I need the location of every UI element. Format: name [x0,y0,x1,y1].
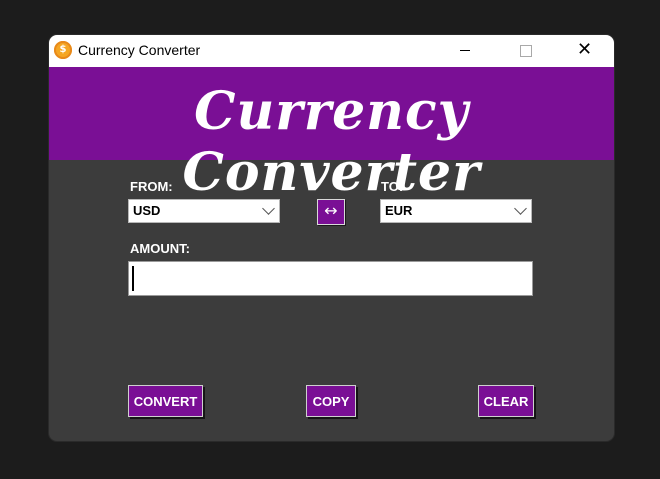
convert-button[interactable]: CONVERT [128,385,203,417]
clear-button[interactable]: CLEAR [478,385,534,417]
chevron-down-icon [262,202,275,215]
app-window: $ Currency Converter ✕ Currency Converte… [49,35,614,441]
header-banner: Currency Converter [49,67,614,203]
title-bar: $ Currency Converter ✕ [49,35,614,67]
minimize-icon [460,50,470,51]
amount-label: AMOUNT: [130,241,190,256]
from-label: FROM: [130,179,173,194]
minimize-button[interactable] [441,35,487,67]
close-button[interactable]: ✕ [561,35,607,67]
coin-icon: $ [54,41,72,59]
to-label: TO: [381,179,404,194]
text-caret [132,266,134,291]
swap-arrows-icon: ↔ [324,201,338,220]
window-title: Currency Converter [78,42,201,58]
maximize-button[interactable] [502,35,548,67]
to-currency-select[interactable]: EUR [380,199,532,223]
chevron-down-icon [514,202,527,215]
to-currency-value: EUR [385,203,413,218]
from-currency-value: USD [133,203,161,218]
amount-input[interactable] [128,261,533,296]
from-currency-select[interactable]: USD [128,199,280,223]
copy-button[interactable]: COPY [306,385,356,417]
close-icon: ✕ [577,39,593,60]
swap-button[interactable]: ↔ [317,199,345,225]
maximize-icon [520,45,532,57]
